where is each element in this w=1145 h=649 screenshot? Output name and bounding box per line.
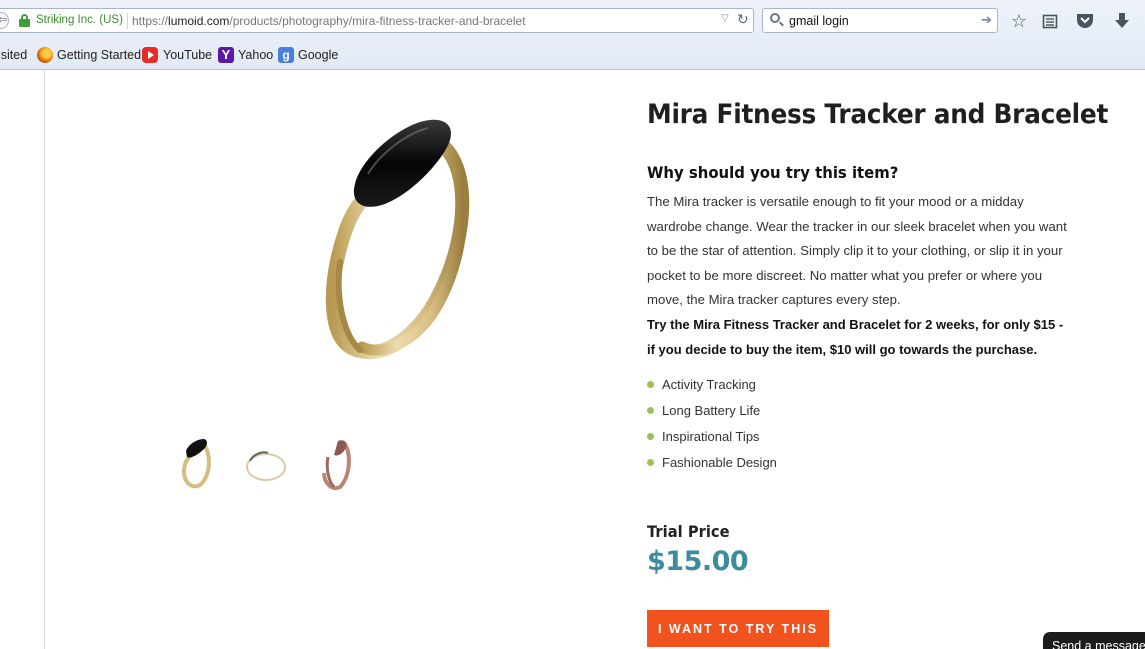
back-button[interactable]: ⇦ [0,12,9,29]
reload-icon[interactable]: ↻ [737,11,749,28]
lock-icon[interactable] [19,14,30,27]
back-arrow-icon: ⇦ [0,14,8,26]
product-image [325,119,470,360]
url-scheme: https:// [132,14,169,28]
download-icon[interactable] [1110,9,1134,33]
browser-toolbar: ⇦ Striking Inc. (US) https://lumoid.com/… [0,0,1145,70]
url-text[interactable]: https://lumoid.com/products/photography/… [132,14,526,28]
bullet-icon [647,381,654,388]
trial-price-label: Trial Price [647,522,730,541]
try-this-button[interactable]: I WANT TO TRY THIS [647,610,829,647]
search-go-arrow-icon[interactable]: ➔ [981,12,992,28]
bookmark-google[interactable]: Google [298,48,338,62]
thumbnail-gold[interactable] [178,437,214,491]
feature-item: Long Battery Life [647,400,777,426]
site-identity[interactable]: Striking Inc. (US) [36,14,123,26]
why-heading: Why should you try this item? [647,163,899,182]
bookmark-star-icon[interactable]: ☆ [1007,9,1031,33]
pocket-icon[interactable] [1073,9,1097,33]
yahoo-icon: Y [218,47,234,63]
search-icon [769,12,785,28]
url-domain: lumoid.com [168,14,230,28]
trial-price: $15.00 [647,546,749,577]
youtube-icon [142,47,158,63]
bookmarks-menu-icon[interactable] [1038,9,1062,33]
left-border [44,70,45,649]
feature-label: Long Battery Life [662,403,761,418]
firefox-icon [37,47,53,63]
trial-offer-text: Try the Mira Fitness Tracker and Bracele… [647,317,1064,357]
bullet-icon [647,459,654,466]
dropdown-arrow-icon[interactable]: ▽ [721,13,729,24]
feature-list: Activity Tracking Long Battery Life Insp… [647,374,777,478]
chat-widget-tab[interactable]: Send a message [1043,632,1145,649]
search-input[interactable]: gmail login [789,14,849,28]
bookmark-youtube[interactable]: YouTube [163,48,212,62]
feature-item: Fashionable Design [647,452,777,478]
bullet-icon [647,433,654,440]
feature-label: Inspirational Tips [662,429,760,444]
thumbnail-rose-gold[interactable] [318,437,354,491]
bullet-icon [647,407,654,414]
bookmark-most-visited[interactable]: isited [0,48,27,62]
product-description: The Mira tracker is versatile enough to … [647,194,1067,307]
google-icon: g [278,47,294,63]
bookmark-yahoo[interactable]: Yahoo [238,48,273,62]
thumbnail-silver[interactable] [244,437,288,491]
search-bar[interactable]: gmail login ➔ [762,8,998,33]
address-bar[interactable]: ⇦ Striking Inc. (US) https://lumoid.com/… [0,8,754,33]
divider [127,13,128,29]
url-path: /products/photography/mira-fitness-track… [229,14,526,28]
feature-item: Inspirational Tips [647,426,777,452]
feature-label: Fashionable Design [662,455,777,470]
bookmarks-toolbar: isited Getting Started YouTube Y Yahoo g… [0,45,1145,67]
bookmark-getting-started[interactable]: Getting Started [57,48,141,62]
product-title: Mira Fitness Tracker and Bracelet [647,99,1109,130]
feature-item: Activity Tracking [647,374,777,400]
feature-label: Activity Tracking [662,377,756,392]
